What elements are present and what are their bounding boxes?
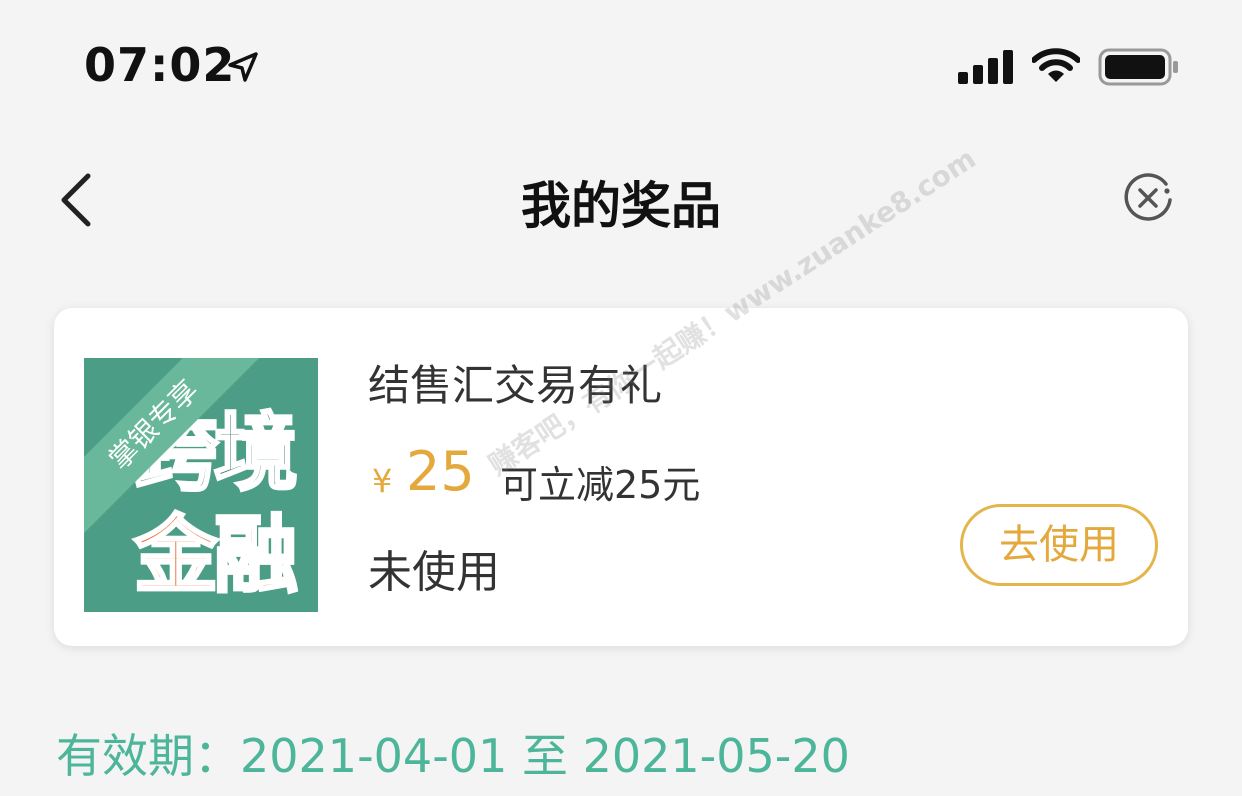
page-title: 我的奖品 — [521, 177, 721, 235]
location-arrow-icon — [226, 50, 260, 88]
usage-status: 未使用 — [368, 547, 500, 598]
status-bar: 07:02 — [0, 0, 1242, 130]
use-button[interactable]: 去使用 — [960, 504, 1158, 586]
prize-thumbnail: 跨境 金融 掌银专享 — [84, 358, 318, 612]
validity-period: 有效期：2021-04-01 至 2021-05-20 — [56, 729, 850, 783]
prize-amount: 25 — [406, 440, 475, 503]
wifi-icon — [1031, 48, 1081, 88]
close-button[interactable] — [1122, 172, 1174, 224]
nav-bar: 我的奖品 — [0, 140, 1242, 260]
signal-icon — [958, 50, 1014, 88]
status-time: 07:02 — [84, 38, 236, 92]
thumbnail-text-line2: 金融 — [132, 505, 299, 606]
close-circle-icon — [1122, 173, 1174, 228]
battery-icon — [1098, 48, 1180, 90]
currency-symbol: ¥ — [372, 462, 393, 500]
